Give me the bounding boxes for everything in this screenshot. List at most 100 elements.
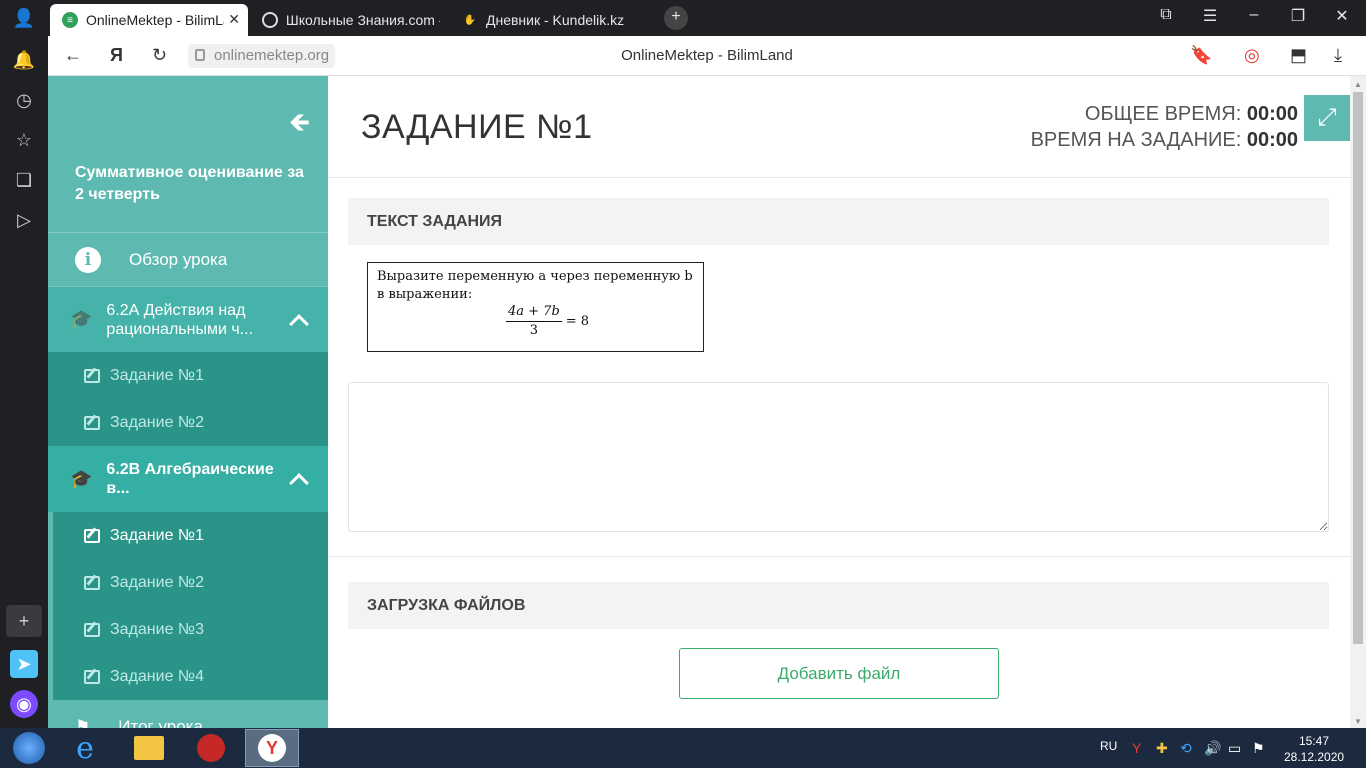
bookmark-icon[interactable]: 🔖 — [1190, 45, 1212, 66]
profile-icon[interactable]: 👤 — [12, 6, 36, 30]
windows-taskbar: e Y RU Y ✚ ⟲ 🔊 ▭ ⚑ 15:47 28.12.2020 — [0, 728, 1366, 768]
page-title: OnlineMektep - BilimLand — [621, 47, 793, 64]
scroll-up-icon[interactable]: ▲ — [1354, 80, 1362, 89]
maximize-icon[interactable]: ❐ — [1286, 6, 1310, 26]
sidebar-task-1[interactable]: Задание №1 — [48, 352, 328, 399]
edit-icon — [84, 669, 100, 684]
section-label: 6.2А Действия над рациональными ч... — [106, 301, 254, 338]
sidebar-task-4[interactable]: Задание №4 — [48, 653, 328, 700]
internet-explorer-icon[interactable]: e — [58, 729, 112, 767]
protect-icon[interactable]: ⬒ — [1290, 45, 1307, 66]
add-panel-plus-icon[interactable]: + — [6, 605, 42, 637]
sidebar-item-summary[interactable]: ⚑ Итог урока — [48, 712, 328, 728]
lesson-sidebar: 🡸 Суммативное оценивание за 2 четверть i… — [48, 76, 328, 728]
graduation-cap-icon: 🎓 — [70, 309, 93, 329]
sidebar-task-2[interactable]: Задание №2 — [48, 559, 328, 606]
edit-icon — [84, 368, 100, 383]
action-center-icon[interactable]: ⚑ — [1252, 740, 1265, 757]
page-scrollbar[interactable]: ▲ ▼ — [1350, 76, 1366, 728]
task-label: Задание №2 — [110, 413, 204, 431]
sidebar-task-3[interactable]: Задание №3 — [48, 606, 328, 653]
collections-icon[interactable]: ⧉ — [1154, 6, 1178, 24]
sidebar-item-label: Обзор урока — [129, 249, 228, 269]
target-icon[interactable]: ◎ — [1244, 45, 1260, 66]
sidebar-section-6-2a[interactable]: 🎓 6.2А Действия над рациональными ч... — [48, 286, 328, 352]
yandex-browser-taskbar-icon[interactable]: Y — [245, 729, 299, 767]
update-tray-icon[interactable]: ⟲ — [1180, 740, 1192, 757]
edit-icon — [84, 415, 100, 430]
scroll-down-icon[interactable]: ▼ — [1354, 717, 1362, 726]
edit-icon — [84, 622, 100, 637]
section-label: 6.2В Алгебраические в... — [106, 461, 274, 497]
info-icon: i — [75, 246, 101, 273]
file-explorer-icon[interactable] — [122, 729, 176, 767]
task-time-label: ВРЕМЯ НА ЗАДАНИЕ: — [1030, 129, 1242, 151]
tab-label: Дневник - Kundelik.kz — [486, 12, 625, 28]
task-text-box: Выразите переменную a через переменную b… — [367, 262, 704, 352]
sidebar-item-label: Итог урока — [118, 717, 203, 728]
sidebar-item-overview[interactable]: i Обзор урока — [48, 232, 328, 286]
history-clock-icon[interactable]: ◷ — [12, 88, 36, 112]
tab-label: Школьные Знания.com - Р — [285, 12, 440, 28]
task-label: Задание №1 — [110, 366, 204, 384]
formula-numerator: 4a + 7b — [506, 303, 562, 322]
tab-znania[interactable]: Школьные Знания.com - Р — [250, 4, 440, 36]
back-arrow-icon[interactable]: 🡸 — [289, 104, 310, 148]
tab-onlinemektep[interactable]: ≡ OnlineMektep - BilimLa ✕ — [50, 4, 248, 36]
tab-close-icon[interactable]: ✕ — [228, 11, 240, 28]
close-window-icon[interactable]: ✕ — [1330, 6, 1354, 26]
flag-icon: ⚑ — [75, 717, 91, 728]
collections-icon[interactable]: ❏ — [12, 168, 36, 192]
task-label: Задание №2 — [110, 573, 204, 591]
fullscreen-expand-icon[interactable]: ⤢ — [1304, 95, 1350, 141]
yandex-tray-icon[interactable]: Y — [1132, 740, 1141, 756]
task-label: Задание №3 — [110, 620, 204, 638]
notifications-bell-icon[interactable]: 🔔 — [12, 48, 36, 72]
sidebar-task-1-active[interactable]: Задание №1 — [48, 512, 328, 559]
task-content: ЗАДАНИЕ №1 ОБЩЕЕ ВРЕМЯ: 00:00 ВРЕМЯ НА З… — [328, 76, 1350, 728]
task-title: ЗАДАНИЕ №1 — [361, 108, 593, 146]
play-video-icon[interactable]: ▷ — [12, 208, 36, 232]
sidebar-task-2[interactable]: Задание №2 — [48, 399, 328, 446]
chevron-up-icon[interactable] — [289, 473, 309, 493]
total-time-label: ОБЩЕЕ ВРЕМЯ: — [1084, 103, 1242, 125]
clock[interactable]: 15:47 28.12.2020 — [1284, 733, 1344, 765]
tab-label: OnlineMektep - BilimLa — [86, 12, 224, 28]
scrollbar-thumb[interactable] — [1353, 92, 1363, 644]
formula-denominator: 3 — [529, 323, 539, 338]
formula-rhs: = 8 — [565, 313, 590, 329]
task-label: Задание №4 — [110, 667, 204, 685]
section-divider — [328, 556, 1350, 557]
header-divider — [328, 177, 1350, 178]
task-time: ВРЕМЯ НА ЗАДАНИЕ: 00:00 — [1031, 129, 1298, 152]
clock-time: 15:47 — [1298, 734, 1330, 748]
antivirus-app-icon[interactable] — [184, 729, 238, 767]
menu-icon[interactable]: ☰ — [1198, 6, 1222, 26]
start-button-icon[interactable] — [2, 729, 56, 767]
send-message-icon[interactable]: ➤ — [10, 650, 38, 678]
task-text: Выразите переменную a через переменную b… — [377, 269, 693, 302]
download-icon[interactable]: ⤓ — [1334, 45, 1342, 66]
plus-tray-icon[interactable]: ✚ — [1156, 740, 1168, 757]
language-indicator[interactable]: RU — [1100, 739, 1117, 753]
favorites-star-icon[interactable]: ☆ — [12, 128, 36, 152]
edit-icon — [84, 528, 100, 543]
tab-kundelik[interactable]: ✋ Дневник - Kundelik.kz — [450, 4, 645, 36]
new-tab-plus-icon[interactable]: + — [664, 6, 688, 30]
sidebar-indent-bar — [48, 512, 53, 700]
total-time-value: 00:00 — [1246, 103, 1298, 125]
chevron-up-icon[interactable] — [289, 314, 309, 334]
task-text-heading: ТЕКСТ ЗАДАНИЯ — [348, 198, 1329, 245]
network-icon[interactable]: ▭ — [1228, 740, 1241, 757]
task-formula: 4a + 7b 3 = 8 — [506, 303, 589, 340]
minimize-icon[interactable]: – — [1242, 6, 1266, 24]
answer-textarea[interactable] — [348, 382, 1329, 532]
graduation-cap-icon: 🎓 — [70, 468, 93, 489]
volume-icon[interactable]: 🔊 — [1204, 740, 1221, 757]
add-file-button[interactable]: Добавить файл — [679, 648, 999, 699]
total-time: ОБЩЕЕ ВРЕМЯ: 00:00 — [1085, 103, 1298, 126]
sidebar-section-6-2b[interactable]: 🎓 6.2В Алгебраические в... — [48, 446, 328, 512]
address-bar: ← Я ↻ onlinemektep.org OnlineMektep - Bi… — [48, 36, 1366, 76]
edit-icon — [84, 575, 100, 590]
alice-assistant-icon[interactable]: ◉ — [10, 690, 38, 718]
